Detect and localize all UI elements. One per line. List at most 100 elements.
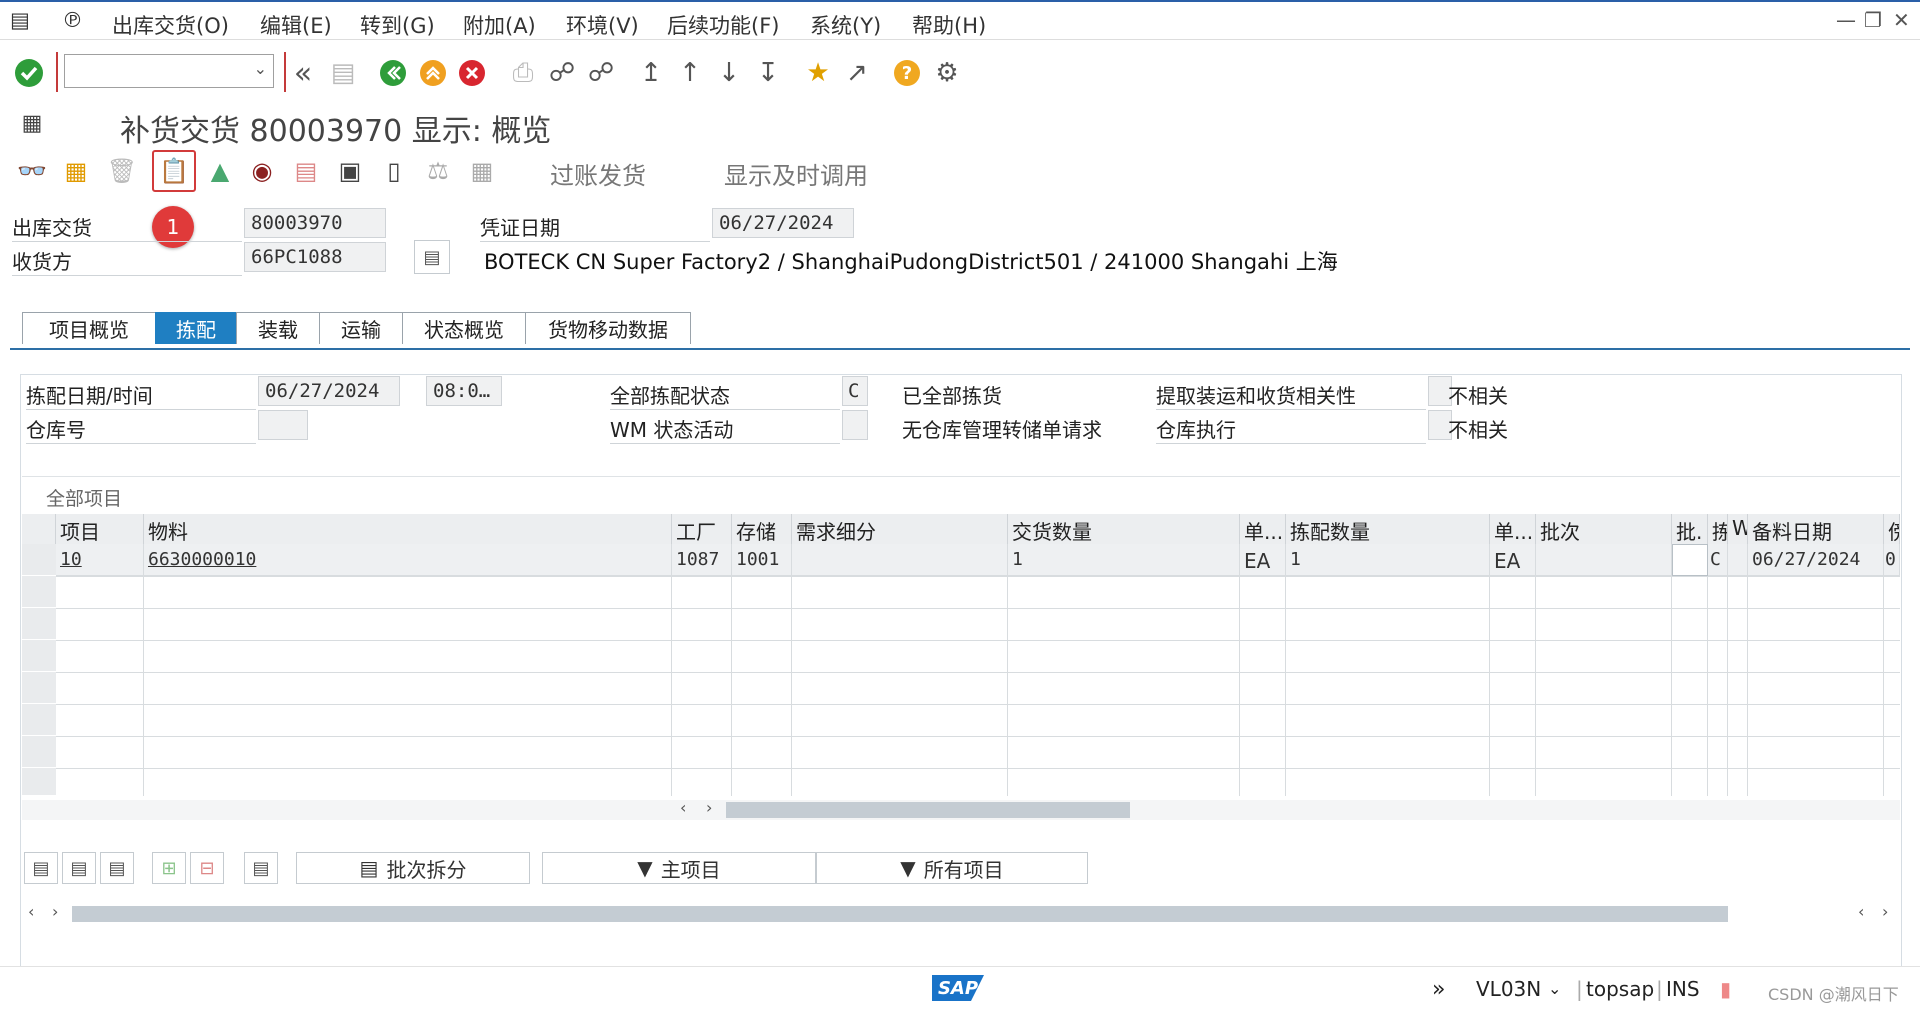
find-next-icon[interactable]: ☍ (584, 56, 618, 90)
menu-follow-on[interactable]: 后续功能(F) (667, 10, 779, 40)
row-selector[interactable] (22, 544, 56, 576)
tab-status-overview[interactable]: 状态概览 (402, 312, 526, 344)
minimize-icon[interactable]: — (1836, 8, 1856, 32)
row-selector[interactable] (22, 672, 56, 704)
tab-transport[interactable]: 运输 (319, 312, 403, 344)
page-scroll-right-end-icon[interactable]: › (1882, 902, 1888, 921)
page-scroll-thumb[interactable] (72, 906, 1728, 922)
col-header-wm[interactable]: W (1728, 514, 1748, 544)
packing-icon[interactable]: ▣ (332, 154, 368, 188)
col-header-more[interactable]: 傍 (1884, 514, 1900, 544)
cell-plant[interactable]: 1087 (672, 544, 732, 576)
cell-delivery-qty[interactable]: 1 (1008, 544, 1240, 576)
page-scroll-left-end-icon[interactable]: ‹ (1858, 902, 1864, 921)
row-selector[interactable] (22, 768, 56, 796)
scroll-left-icon[interactable]: ‹ (680, 798, 686, 817)
tab-goods-movement[interactable]: 货物移动数据 (525, 312, 691, 344)
all-items-button[interactable]: ▼ 所有项目 (816, 852, 1088, 884)
cell-batch[interactable] (1536, 544, 1672, 576)
configure-icon[interactable]: ▤ (244, 852, 278, 884)
transaction-code[interactable]: VL03N (1476, 977, 1541, 1001)
document-date-field[interactable]: 06/27/2024 (712, 208, 854, 238)
table-scroll-thumb[interactable] (726, 802, 1130, 818)
create-favorite-icon[interactable]: ★ (801, 56, 835, 90)
menu-toggle-icon[interactable]: ▦ (14, 106, 50, 140)
select-all-icon[interactable]: ▤ (62, 852, 96, 884)
cell-wm[interactable] (1728, 544, 1748, 576)
deselect-all-icon[interactable]: ▤ (100, 852, 134, 884)
page-scroll-right-icon[interactable]: › (52, 902, 58, 921)
help-icon[interactable]: ? (890, 56, 924, 90)
document-flow-icon[interactable]: 📋 (152, 150, 196, 192)
main-items-button[interactable]: ▼ 主项目 (542, 852, 816, 884)
col-header-pick-status[interactable]: 拣 (1708, 514, 1728, 544)
tab-picking[interactable]: 拣配 (155, 312, 237, 344)
system-menu-icon[interactable]: ▤ (10, 8, 30, 32)
batch-split-button[interactable]: ▤ 批次拆分 (296, 852, 530, 884)
enter-icon[interactable] (12, 56, 46, 90)
menu-outbound-delivery[interactable]: 出库交货(O) (112, 10, 229, 40)
other-delivery-icon[interactable]: ▦ (58, 154, 94, 188)
menu-system[interactable]: 系统(Y) (810, 10, 881, 40)
col-header-storage[interactable]: 存储 (732, 514, 792, 544)
cell-unit-2[interactable]: EA (1490, 544, 1536, 576)
tab-loading[interactable]: 装载 (236, 312, 320, 344)
command-history-icon[interactable]: « (286, 56, 320, 91)
cell-unit-1[interactable]: EA (1240, 544, 1286, 576)
book-icon[interactable]: ▯ (376, 154, 412, 188)
col-header-batch-ind[interactable]: 批. (1672, 514, 1708, 544)
select-detail-icon[interactable]: ▤ (24, 852, 58, 884)
col-header-plant[interactable]: 工厂 (672, 514, 732, 544)
delete-row-icon[interactable]: ⊟ (190, 852, 224, 884)
row-selector[interactable] (22, 704, 56, 736)
shortcut-icon[interactable]: ↗ (840, 56, 874, 90)
cell-batch-ind[interactable] (1672, 544, 1708, 576)
page-scroll-left-icon[interactable]: ‹ (28, 902, 34, 921)
row-selector[interactable] (22, 736, 56, 768)
col-header-unit-1[interactable]: 单... (1240, 514, 1286, 544)
col-header-unit-2[interactable]: 单... (1490, 514, 1536, 544)
select-all-header[interactable] (22, 514, 56, 544)
mountain-icon[interactable]: ▲ (202, 154, 238, 188)
menu-help[interactable]: 帮助(H) (912, 10, 986, 40)
outbound-delivery-field[interactable]: 80003970 (244, 208, 386, 238)
grid-icon[interactable]: ▦ (464, 154, 500, 188)
gear-icon[interactable]: ⚙ (930, 56, 964, 90)
overall-pick-status-field[interactable]: C (842, 376, 868, 406)
next-page-icon[interactable]: ↓ (712, 56, 746, 90)
wm-status-field[interactable] (842, 410, 868, 440)
first-page-icon[interactable]: ↥ (634, 56, 668, 90)
cell-item[interactable]: 10 (56, 544, 144, 576)
save-icon[interactable]: ▤ (326, 56, 360, 90)
show-timely-call-button[interactable]: 显示及时调用 (724, 156, 868, 191)
menu-edit[interactable]: 编辑(E) (260, 10, 332, 40)
col-header-item[interactable]: 项目 (56, 514, 144, 544)
col-header-material[interactable]: 物料 (144, 514, 672, 544)
find-icon[interactable]: ☍ (545, 56, 579, 90)
status-expand-icon[interactable]: » (1432, 977, 1445, 1002)
close-window-icon[interactable]: ✕ (1893, 8, 1910, 32)
transaction-dropdown-icon[interactable]: ⌄ (1548, 979, 1561, 998)
output-icon[interactable]: ▤ (288, 154, 324, 188)
p-icon[interactable]: ℗ (62, 8, 83, 32)
exit-icon[interactable] (416, 56, 450, 90)
col-header-batch[interactable]: 批次 (1536, 514, 1672, 544)
address-detail-icon[interactable]: ▤ (414, 240, 450, 274)
pick-time-field[interactable]: 08:0… (426, 376, 502, 406)
menu-goto[interactable]: 转到(G) (360, 10, 435, 40)
hat-icon[interactable]: ◉ (244, 154, 280, 188)
menu-extras[interactable]: 附加(A) (463, 10, 536, 40)
print-icon[interactable]: ⎙ (506, 56, 540, 90)
back-icon[interactable] (376, 56, 410, 90)
cell-req-segment[interactable] (792, 544, 1008, 576)
cell-pick-date[interactable]: 06/27/2024 (1748, 544, 1884, 576)
post-goods-issue-button[interactable]: 过账发货 (550, 156, 646, 191)
menu-environment[interactable]: 环境(V) (566, 10, 639, 40)
cell-storage[interactable]: 1001 (732, 544, 792, 576)
row-selector[interactable] (22, 640, 56, 672)
cell-picked-qty[interactable]: 1 (1286, 544, 1490, 576)
input-mode[interactable]: INS (1666, 977, 1700, 1001)
row-selector[interactable] (22, 608, 56, 640)
col-header-picked-qty[interactable]: 拣配数量 (1286, 514, 1490, 544)
cancel-icon[interactable] (455, 56, 489, 90)
